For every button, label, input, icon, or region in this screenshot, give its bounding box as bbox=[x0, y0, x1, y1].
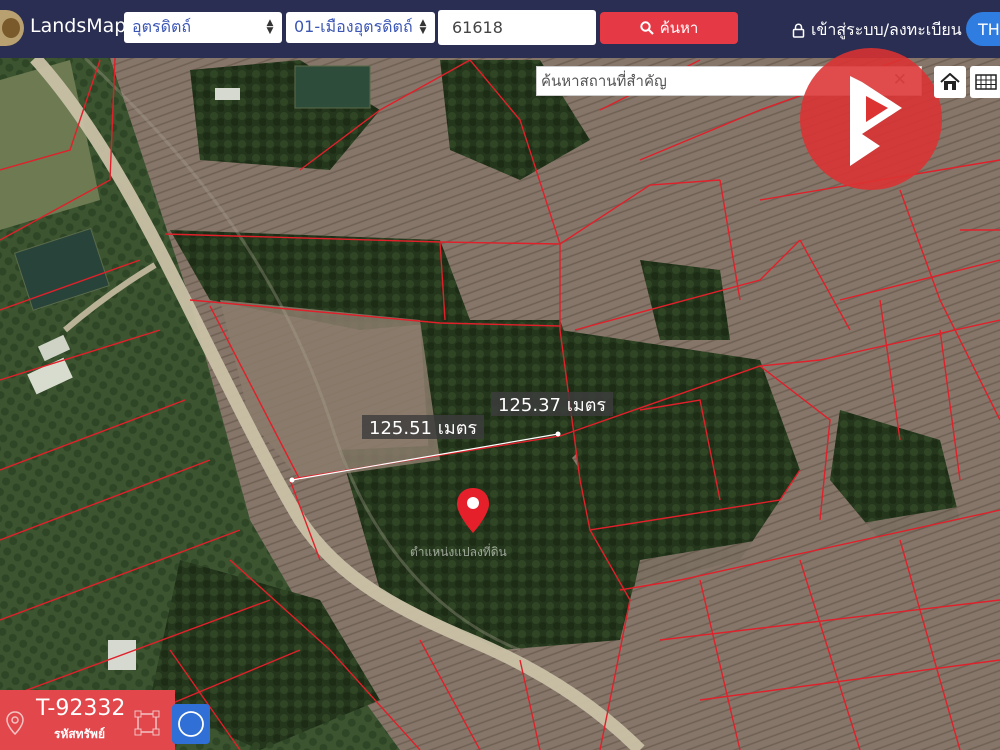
district-select-value: 01-เมืองอุตรดิตถ์ bbox=[294, 17, 413, 36]
location-tool-button[interactable] bbox=[0, 706, 30, 740]
language-toggle[interactable]: TH bbox=[966, 12, 1000, 46]
province-select-value: อุตรดิตถ์ bbox=[132, 17, 192, 36]
lock-icon bbox=[792, 23, 805, 38]
location-pin-icon[interactable] bbox=[455, 487, 491, 535]
province-select[interactable]: อุตรดิตถ์ ▲ ▼ bbox=[124, 12, 282, 43]
measure-vertex[interactable] bbox=[289, 477, 295, 483]
property-code: T-92332 bbox=[36, 696, 126, 721]
measurement-label: 125.37 เมตร bbox=[491, 392, 614, 416]
landsmaps-logo-icon bbox=[0, 10, 24, 46]
grid-icon bbox=[975, 74, 997, 90]
brand-name: LandsMaps bbox=[30, 15, 137, 37]
search-icon bbox=[639, 21, 654, 35]
brand-b-icon bbox=[850, 76, 902, 166]
draw-polygon-button[interactable] bbox=[132, 706, 162, 740]
measurement-label: 125.51 เมตร bbox=[362, 415, 485, 439]
grid-button[interactable] bbox=[970, 66, 1000, 98]
login-link[interactable]: เข้าสู่ระบบ/ลงทะเบียน bbox=[792, 18, 962, 43]
search-button-label: ค้นหา bbox=[659, 19, 699, 37]
search-button[interactable]: ค้นหา bbox=[600, 12, 738, 44]
draw-polygon-icon bbox=[134, 710, 160, 736]
measure-circle-icon bbox=[172, 704, 210, 744]
pin-label: ตำแหน่งแปลงที่ดิน bbox=[410, 545, 507, 559]
chevron-updown-icon: ▲ ▼ bbox=[266, 18, 274, 36]
watermark-logo bbox=[800, 48, 942, 190]
chevron-updown-icon: ▲ ▼ bbox=[419, 18, 427, 36]
parcel-number-input[interactable]: 61618 bbox=[438, 10, 596, 45]
place-search-placeholder: ค้นหาสถานที่สำคัญ bbox=[541, 72, 667, 90]
login-link-label: เข้าสู่ระบบ/ลงทะเบียน bbox=[811, 20, 962, 39]
measure-circle-button[interactable] bbox=[172, 704, 210, 744]
home-button[interactable] bbox=[934, 66, 966, 98]
home-icon bbox=[940, 73, 960, 90]
parcel-number-value: 61618 bbox=[452, 18, 503, 37]
district-select[interactable]: 01-เมืองอุตรดิตถ์ ▲ ▼ bbox=[286, 12, 435, 43]
location-icon bbox=[6, 711, 24, 735]
measure-vertex[interactable] bbox=[555, 431, 561, 437]
property-code-label: รหัสทรัพย์ bbox=[54, 727, 105, 741]
language-label: TH bbox=[978, 19, 1000, 39]
